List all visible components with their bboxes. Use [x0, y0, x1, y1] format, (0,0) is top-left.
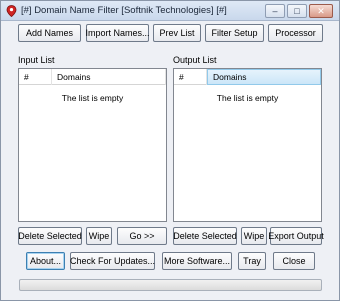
input-list-header: # Domains	[19, 69, 166, 85]
input-col-number[interactable]: #	[19, 69, 52, 85]
output-list[interactable]: # Domains The list is empty	[173, 68, 322, 222]
app-logo-icon	[6, 5, 17, 17]
filter-setup-button[interactable]: Filter Setup	[205, 24, 264, 42]
output-wipe-button[interactable]: Wipe	[241, 227, 267, 245]
check-updates-button[interactable]: Check For Updates...	[70, 252, 155, 270]
more-software-button[interactable]: More Software...	[162, 252, 232, 270]
export-output-button[interactable]: Export Output	[268, 227, 324, 245]
output-col-number[interactable]: #	[174, 69, 207, 85]
output-list-header: # Domains	[174, 69, 321, 85]
maximize-button[interactable]: □	[287, 4, 307, 18]
minimize-button[interactable]: –	[265, 4, 285, 18]
about-button[interactable]: About...	[26, 252, 65, 270]
input-list-label: Input List	[18, 55, 55, 65]
go-button[interactable]: Go >>	[117, 227, 167, 245]
app-window: [#] Domain Name Filter [Softnik Technolo…	[0, 0, 340, 301]
tray-button[interactable]: Tray	[238, 252, 266, 270]
processor-button[interactable]: Processor	[268, 24, 323, 42]
title-bar[interactable]: [#] Domain Name Filter [Softnik Technolo…	[1, 1, 339, 21]
close-button[interactable]: Close	[273, 252, 315, 270]
output-delete-selected-button[interactable]: Delete Selected	[173, 227, 237, 245]
progress-bar	[19, 279, 322, 291]
window-title: [#] Domain Name Filter [Softnik Technolo…	[21, 5, 227, 16]
close-window-button[interactable]: ✕	[309, 4, 333, 18]
prev-list-button[interactable]: Prev List	[153, 24, 201, 42]
output-col-domains[interactable]: Domains	[207, 69, 321, 85]
input-col-domains[interactable]: Domains	[52, 69, 166, 85]
input-list[interactable]: # Domains The list is empty	[18, 68, 167, 222]
output-list-empty-text: The list is empty	[216, 93, 279, 103]
input-list-empty-text: The list is empty	[61, 93, 124, 103]
input-delete-selected-button[interactable]: Delete Selected	[18, 227, 82, 245]
input-wipe-button[interactable]: Wipe	[86, 227, 112, 245]
output-list-label: Output List	[173, 55, 217, 65]
window-controls: – □ ✕	[265, 4, 333, 18]
import-names-button[interactable]: Import Names...	[86, 24, 150, 42]
add-names-button[interactable]: Add Names	[18, 24, 81, 42]
